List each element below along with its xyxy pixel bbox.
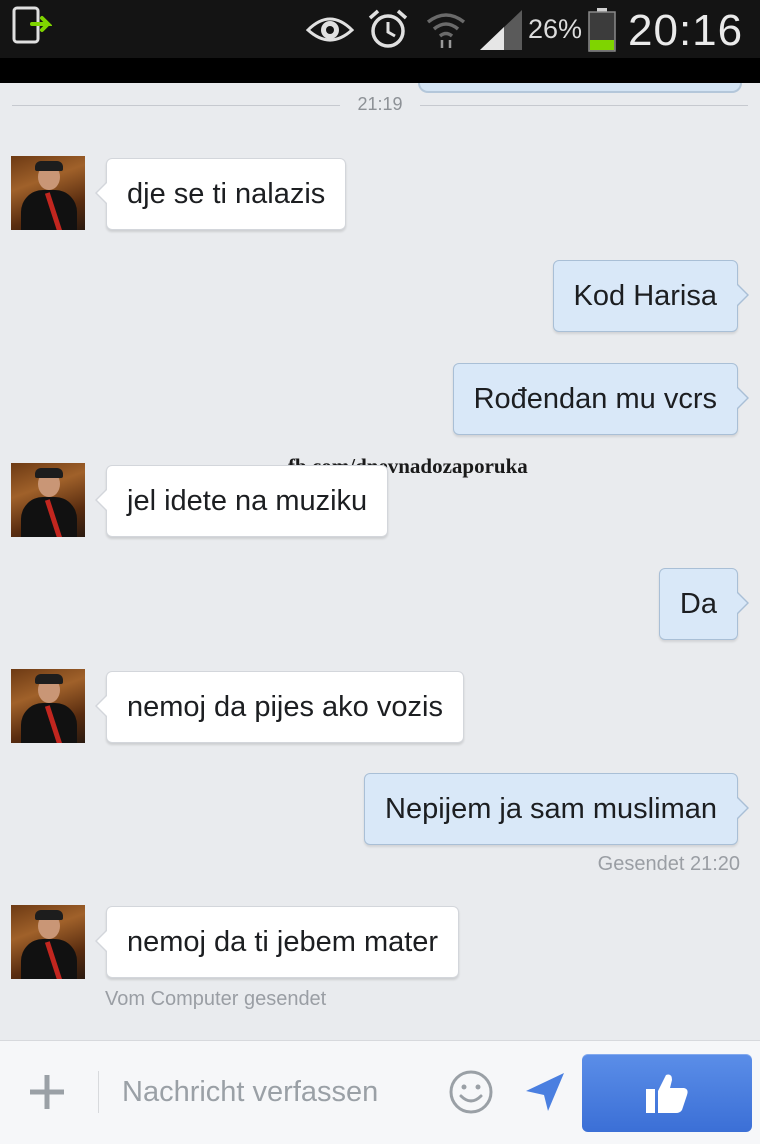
composer-divider <box>98 1071 99 1113</box>
location-arrow-icon[interactable] <box>522 1069 568 1115</box>
like-button[interactable] <box>582 1054 752 1132</box>
previous-message-bubble-edge <box>418 83 742 93</box>
time-divider-label: 21:19 <box>357 94 403 114</box>
alarm-clock-icon <box>366 8 410 55</box>
sent-from-label: Vom Computer gesendet <box>105 988 327 1010</box>
time-divider: 21:19 <box>0 93 760 117</box>
outgoing-message-bubble[interactable]: Rođendan mu vcrs <box>452 363 750 435</box>
emoji-icon[interactable] <box>447 1068 495 1116</box>
contact-avatar[interactable] <box>11 463 85 537</box>
contact-avatar[interactable] <box>11 669 85 743</box>
eye-icon <box>305 8 355 53</box>
outgoing-message-bubble[interactable]: Kod Harisa <box>552 260 750 332</box>
plus-icon[interactable] <box>26 1071 68 1113</box>
incoming-message-bubble[interactable]: dje se ti nalazis <box>94 158 347 230</box>
battery-percent: 26% <box>528 14 583 44</box>
sent-status: Gesendet 21:20 <box>597 853 740 875</box>
status-clock: 20:16 <box>628 6 744 55</box>
outgoing-message-bubble[interactable]: Da <box>658 568 750 640</box>
thumbs-up-icon <box>646 1074 688 1113</box>
battery-icon <box>588 8 616 57</box>
conversation-view[interactable]: 21:19 dje se ti nalazis Kod Harisa Rođen… <box>0 83 760 1040</box>
contact-avatar[interactable] <box>11 156 85 230</box>
contact-avatar[interactable] <box>11 905 85 979</box>
signal-icon <box>478 8 524 57</box>
incoming-message-bubble[interactable]: nemoj da pijes ako vozis <box>95 671 464 743</box>
message-input[interactable] <box>110 1069 454 1115</box>
incoming-message-bubble[interactable]: nemoj da ti jebem mater <box>94 906 460 978</box>
wifi-icon <box>424 8 468 55</box>
status-bar: 26% 20:16 <box>0 0 760 58</box>
outgoing-message-bubble[interactable]: Nepijem ja sam musliman <box>364 773 749 845</box>
incoming-message-bubble[interactable]: jel idete na muziku <box>94 465 389 537</box>
download-notification-icon <box>12 6 62 52</box>
message-composer <box>0 1040 760 1144</box>
action-bar-edge <box>0 58 760 83</box>
